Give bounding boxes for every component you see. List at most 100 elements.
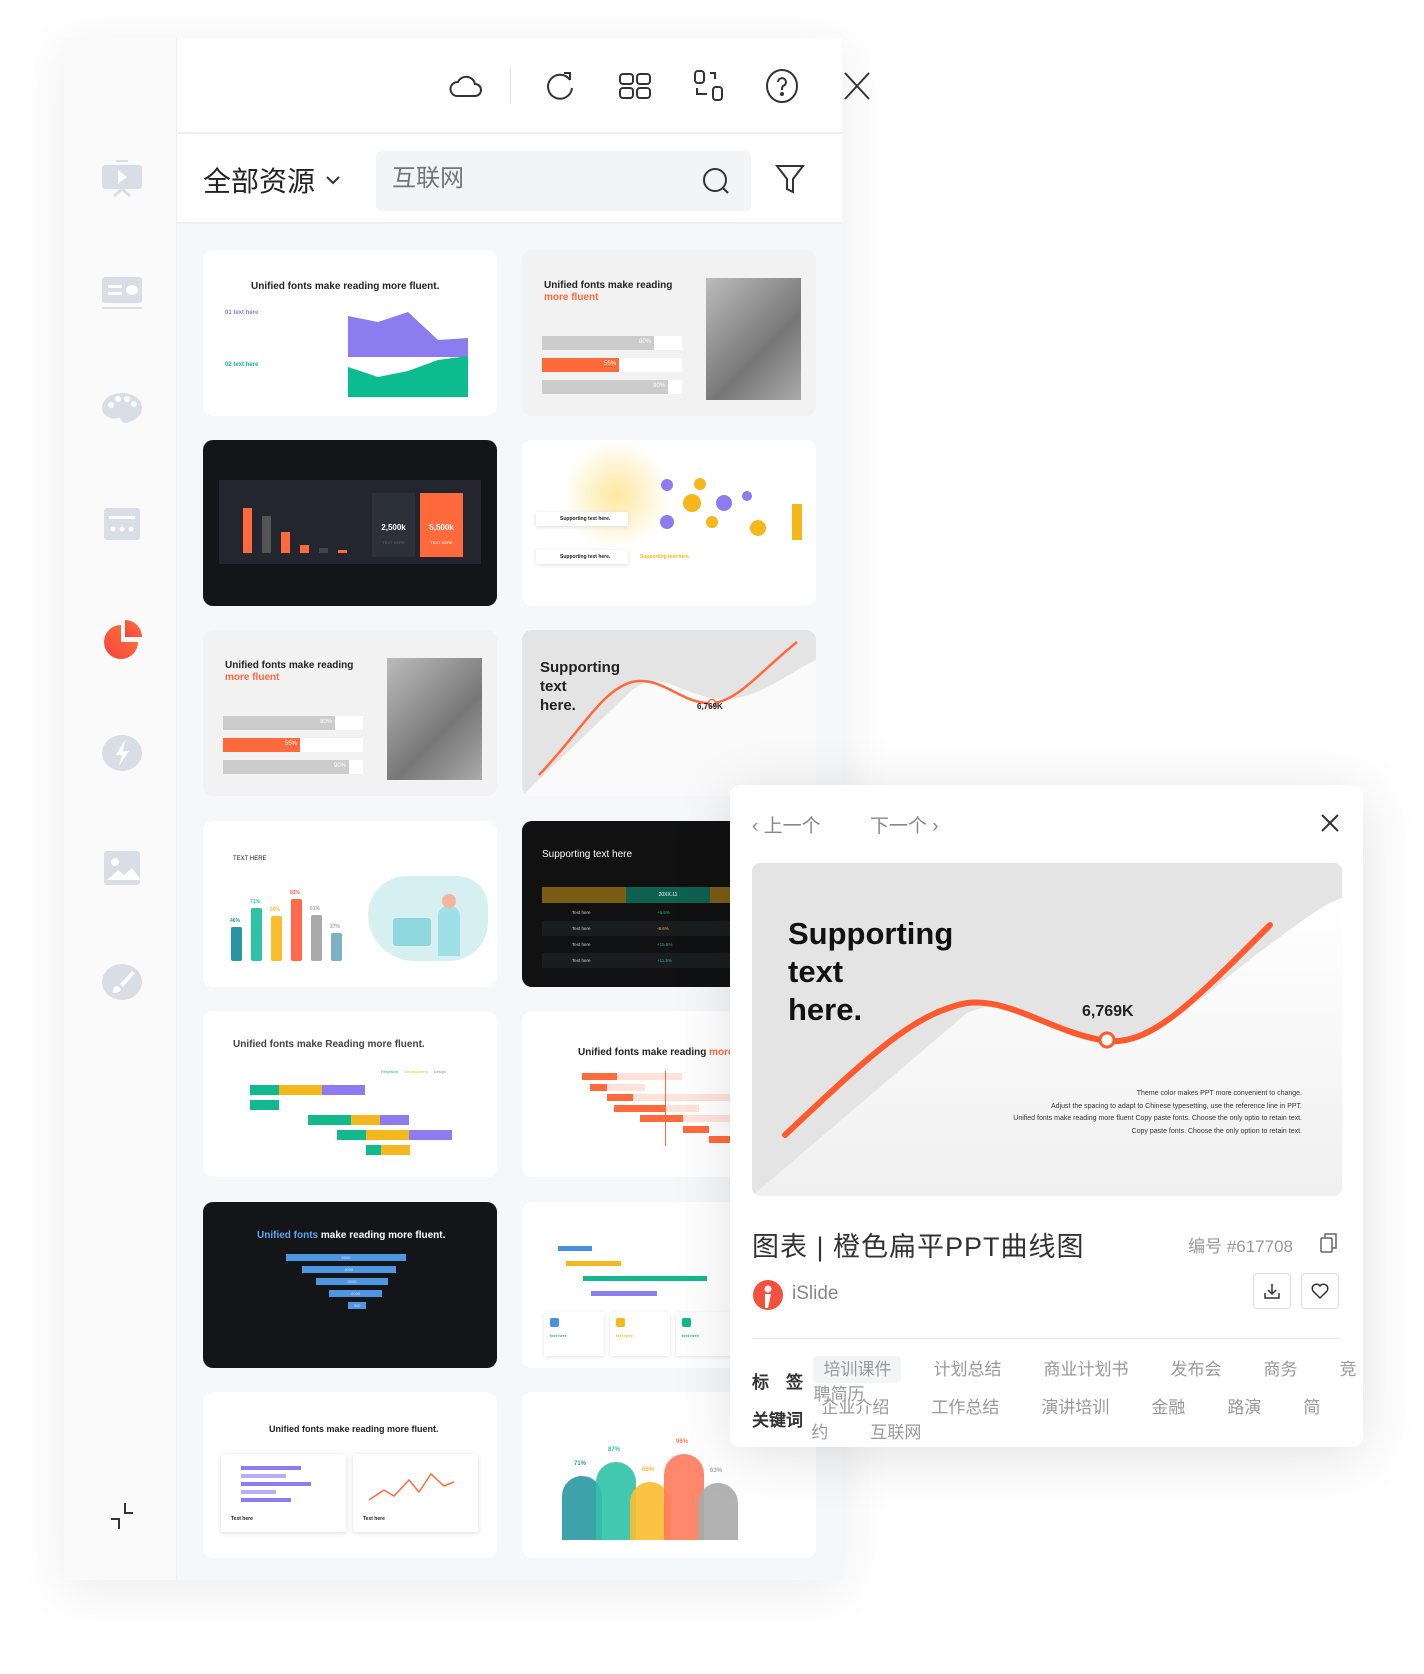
card-item: Supporting text here. bbox=[536, 550, 628, 564]
tag[interactable]: 计划总结 bbox=[923, 1356, 1011, 1383]
tag[interactable]: 商业计划书 bbox=[1033, 1356, 1138, 1383]
previous-button[interactable]: ‹ 上一个 bbox=[752, 811, 821, 838]
curve-chart bbox=[752, 898, 1342, 1196]
presentation-icon[interactable] bbox=[99, 157, 145, 203]
stat-value: 5,500k bbox=[429, 523, 454, 532]
card-item: Text here bbox=[363, 1516, 385, 1522]
hill-label: 96% bbox=[676, 1438, 689, 1445]
tag[interactable]: 发布会 bbox=[1160, 1356, 1231, 1383]
keyword[interactable]: 工作总结 bbox=[921, 1394, 1009, 1421]
bar-label: 46% bbox=[230, 917, 241, 924]
card-item: 02 text here bbox=[225, 362, 259, 368]
refresh-icon[interactable] bbox=[542, 68, 578, 104]
bar bbox=[271, 916, 282, 961]
preview-value: 6,769K bbox=[1082, 1003, 1134, 1020]
toolbar-divider bbox=[510, 68, 511, 104]
photo-image bbox=[706, 278, 801, 400]
card-title: make reading more fluent. bbox=[318, 1230, 446, 1241]
keyword[interactable]: 企业介绍 bbox=[811, 1394, 899, 1421]
card-value: 6,769K bbox=[697, 702, 723, 711]
keyword[interactable]: 互联网 bbox=[860, 1419, 931, 1446]
islide-logo bbox=[753, 1280, 783, 1310]
text-card-icon[interactable] bbox=[99, 270, 145, 316]
card-item: text here bbox=[544, 1312, 604, 1356]
template-card[interactable]: 2,500k TEXT HERE 5,500k TEXT HERE bbox=[203, 440, 497, 606]
template-card[interactable]: Unified fonts make reading more fluent. … bbox=[203, 1392, 497, 1558]
bar bbox=[291, 898, 302, 961]
layout-icon[interactable] bbox=[99, 501, 145, 547]
lightning-icon[interactable] bbox=[99, 730, 145, 776]
bubble-chart bbox=[660, 478, 802, 540]
grid-icon[interactable] bbox=[617, 68, 653, 104]
template-card[interactable]: Unified fonts make reading more fluent. … bbox=[203, 250, 497, 416]
tag[interactable]: 商务 bbox=[1253, 1356, 1307, 1383]
keyword[interactable]: 金融 bbox=[1141, 1394, 1195, 1421]
hill-label: 65% bbox=[642, 1466, 655, 1473]
card-title: Supporting text here bbox=[542, 849, 633, 860]
keyword[interactable]: 路演 bbox=[1217, 1394, 1271, 1421]
scope-label: 全部资源 bbox=[203, 166, 316, 197]
cloud-icon[interactable] bbox=[447, 68, 483, 104]
card-title-accent: more fluent bbox=[544, 292, 599, 303]
filter-icon[interactable] bbox=[774, 162, 806, 196]
bar bbox=[311, 915, 322, 961]
card-title-accent: Unified fonts bbox=[257, 1230, 319, 1241]
card-heading: Supporting text here. bbox=[540, 659, 620, 714]
search-input[interactable] bbox=[392, 165, 672, 193]
funnel-bar: 5000 bbox=[286, 1254, 406, 1261]
favorite-button[interactable] bbox=[1301, 1273, 1339, 1309]
card-title: TEXT HERE bbox=[233, 856, 267, 862]
image-icon[interactable] bbox=[99, 845, 145, 891]
template-card[interactable]: Unified fonts make reading more fluent 8… bbox=[203, 630, 497, 796]
funnel-bar: 3000 bbox=[316, 1278, 388, 1285]
preview-body: Theme color makes PPT more convenient to… bbox=[1013, 1090, 1302, 1135]
divider bbox=[752, 1338, 1341, 1339]
close-icon[interactable] bbox=[1319, 812, 1341, 834]
next-button[interactable]: 下一个 › bbox=[870, 811, 939, 838]
download-button[interactable] bbox=[1253, 1273, 1291, 1309]
bar-label: 37% bbox=[330, 924, 341, 931]
hill-label: 87% bbox=[608, 1446, 621, 1453]
template-card[interactable]: Unified fonts make reading more fluent. … bbox=[203, 1202, 497, 1368]
funnel-bar: 500 bbox=[348, 1302, 366, 1309]
keyword[interactable]: 演讲培训 bbox=[1031, 1394, 1119, 1421]
template-card[interactable]: Supporting text here. Supporting text he… bbox=[522, 440, 816, 606]
help-icon[interactable] bbox=[764, 68, 800, 104]
template-card[interactable]: Supporting text here. 6,769K bbox=[522, 630, 816, 796]
chart-legend: Research Development Design bbox=[381, 1069, 447, 1074]
template-card[interactable]: Unified fonts make reading more fluent 8… bbox=[522, 250, 816, 416]
template-card[interactable]: Unified fonts make Reading more fluent. … bbox=[203, 1011, 497, 1177]
author-name[interactable]: iSlide bbox=[792, 1283, 838, 1305]
bar-label: 80% bbox=[223, 716, 335, 730]
close-icon[interactable] bbox=[839, 68, 875, 104]
illustration-image bbox=[368, 876, 488, 961]
hill-bar bbox=[698, 1483, 738, 1540]
search-icon[interactable] bbox=[701, 166, 731, 196]
template-card[interactable]: TEXT HERE 46% 71% 60% 83% 61% 37% bbox=[203, 821, 497, 987]
photo-image bbox=[387, 658, 482, 780]
chart-icon[interactable] bbox=[99, 616, 145, 662]
scope-dropdown[interactable]: 全部资源 bbox=[203, 160, 341, 200]
card-title: Unified fonts make reading more fluent. bbox=[269, 1424, 439, 1434]
keywords-row: 关键词 企业介绍 工作总结 演讲培训 金融 路演 简约 互联网 bbox=[752, 1393, 1363, 1443]
switch-layout-icon[interactable] bbox=[691, 68, 727, 104]
template-preview: Supporting text here. 6,769K Theme color m… bbox=[752, 863, 1342, 1196]
copy-icon[interactable] bbox=[1319, 1232, 1339, 1254]
bar-label: 83% bbox=[290, 889, 301, 896]
gantt-chart bbox=[250, 1085, 452, 1155]
card-item: 01 text here bbox=[225, 310, 259, 316]
bar-label: 61% bbox=[310, 906, 321, 913]
bar bbox=[251, 907, 262, 961]
search-box bbox=[376, 151, 751, 211]
tag[interactable]: 培训课件 bbox=[813, 1356, 902, 1383]
template-title: 图表 | 橙色扁平PPT曲线图 bbox=[752, 1232, 1085, 1262]
bar-label: 71% bbox=[250, 898, 261, 905]
palette-icon[interactable] bbox=[99, 386, 145, 432]
preview-heading: Supporting text here. bbox=[788, 916, 954, 1027]
collapse-icon[interactable] bbox=[99, 1493, 145, 1539]
sidebar bbox=[64, 38, 177, 1580]
template-id: 编号 #617708 bbox=[1188, 1237, 1293, 1256]
stat-value: 2,500k bbox=[381, 523, 406, 532]
brush-icon[interactable] bbox=[99, 959, 145, 1005]
hill-label: 63% bbox=[710, 1468, 723, 1475]
